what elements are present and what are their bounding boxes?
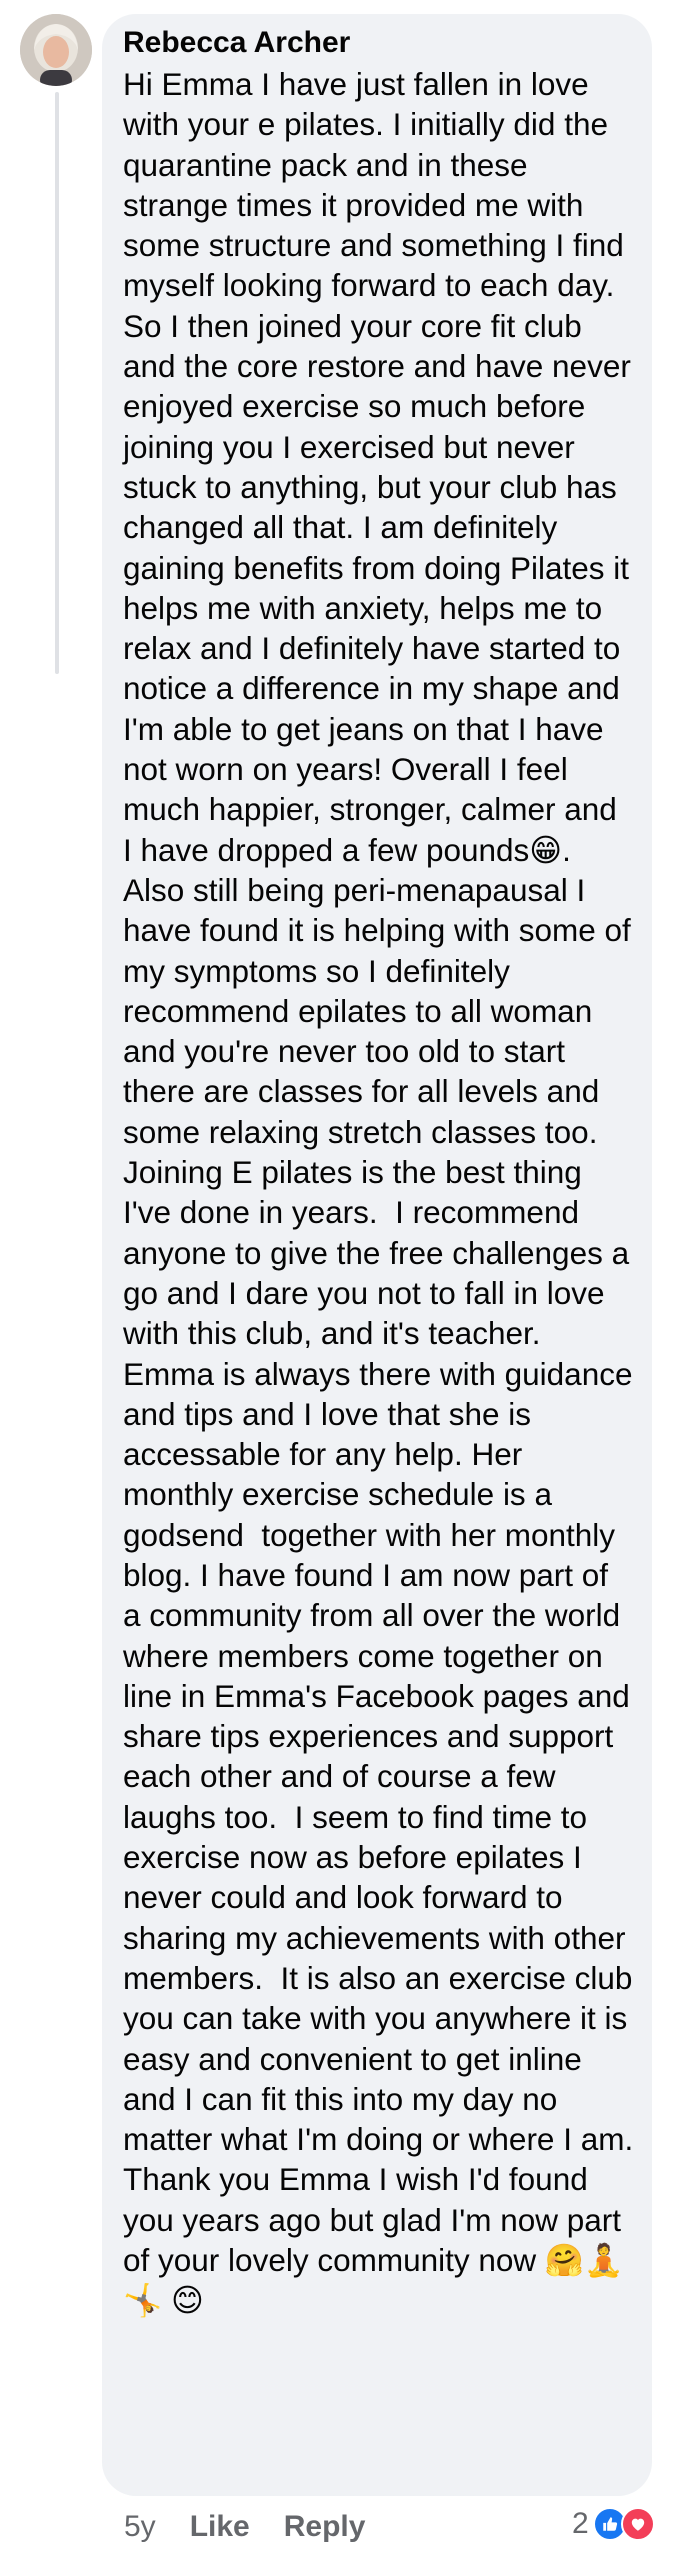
- love-icon: [620, 2507, 655, 2541]
- comment-bubble: Rebecca Archer Hi Emma I have just falle…: [102, 14, 652, 2496]
- comment-actions: 5y Like Reply: [124, 2509, 399, 2545]
- thread-line: [55, 92, 59, 674]
- comment-footer: 5y Like Reply 2: [0, 2503, 673, 2553]
- reply-button[interactable]: Reply: [284, 2509, 366, 2545]
- avatar[interactable]: [20, 14, 92, 86]
- reaction-summary[interactable]: 2: [572, 2507, 655, 2541]
- comment-text: Hi Emma I have just fallen in love with …: [123, 66, 634, 2319]
- comment-author[interactable]: Rebecca Archer: [123, 24, 634, 62]
- comment-timestamp[interactable]: 5y: [124, 2509, 156, 2545]
- reaction-count: 2: [572, 2507, 589, 2540]
- like-button[interactable]: Like: [190, 2509, 250, 2545]
- profile-photo-icon: [20, 14, 92, 86]
